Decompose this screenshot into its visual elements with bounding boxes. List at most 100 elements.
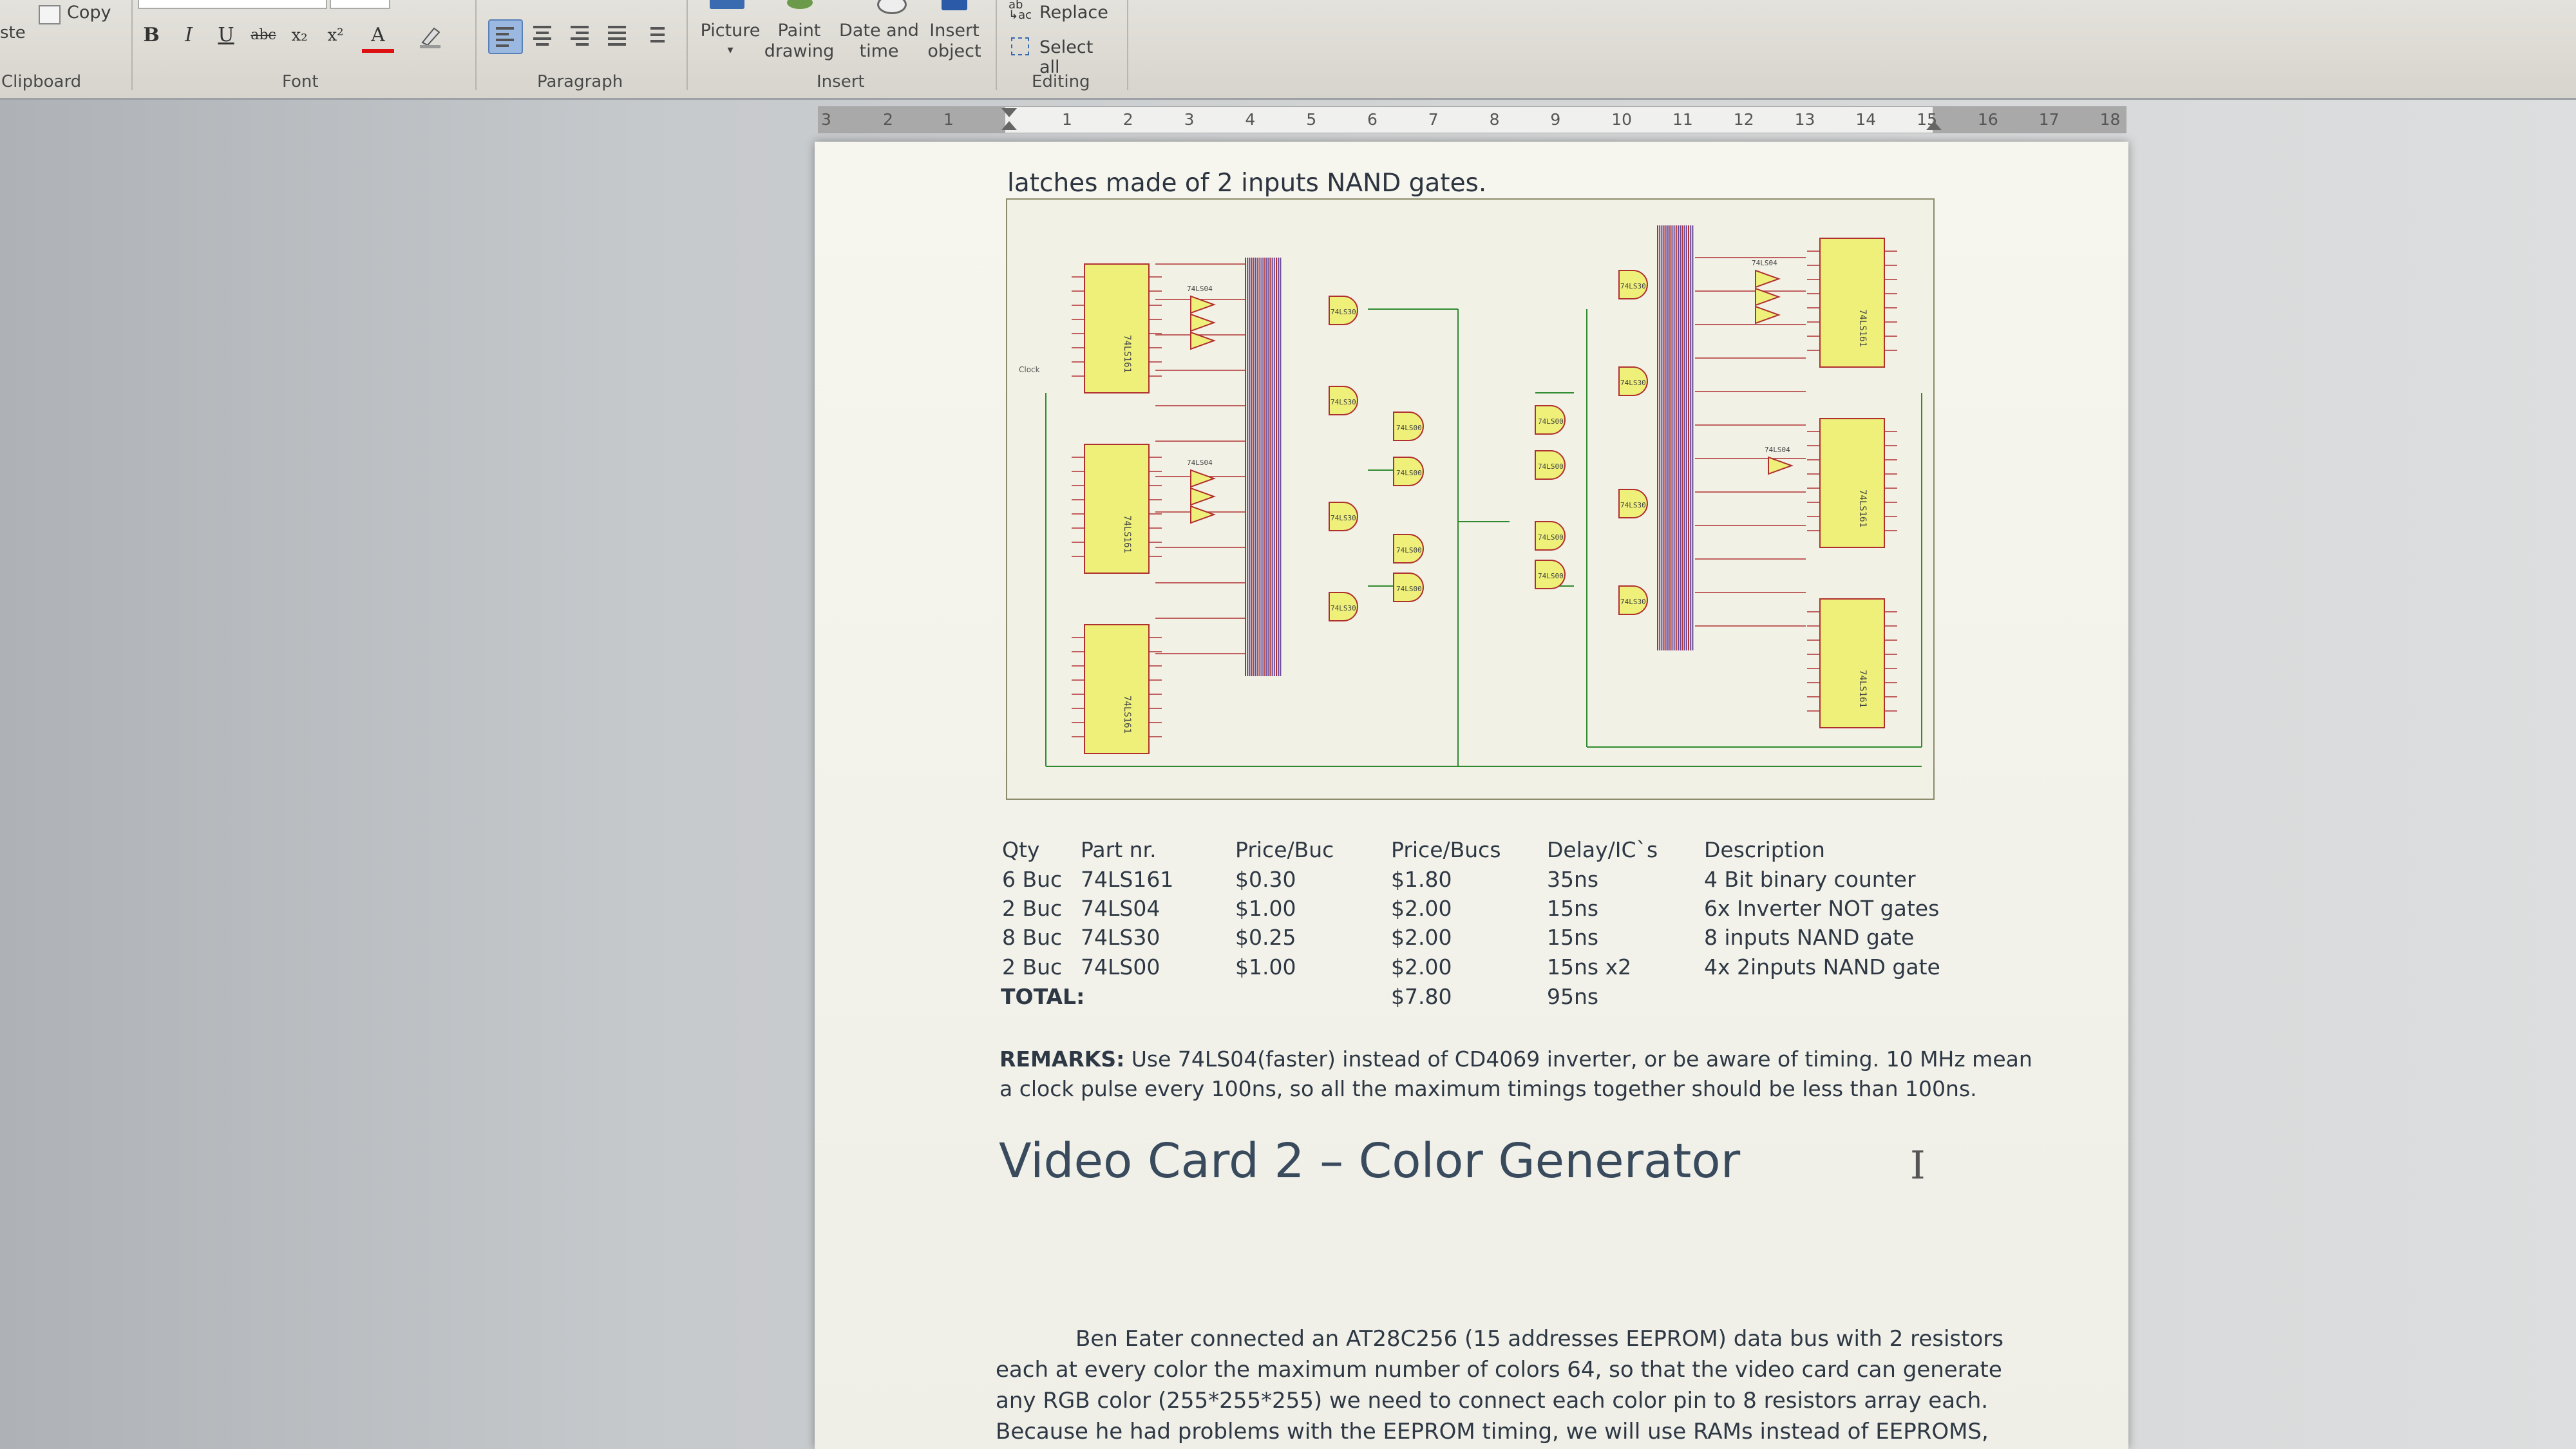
ruler-tick: 18 (2099, 110, 2121, 129)
copy-label: Copy (67, 3, 111, 23)
nand2-label: 74LS00 (1396, 424, 1422, 432)
nand8-label: 74LS30 (1331, 308, 1356, 316)
insert-object-label-2: object (927, 41, 981, 61)
paint-drawing-label-2: drawing (764, 41, 835, 61)
date-time-button[interactable]: Date and time (837, 0, 921, 64)
divider (687, 0, 688, 90)
date-time-label-2: time (859, 41, 899, 61)
inverter-gate (1190, 469, 1216, 488)
font-name-box[interactable] (138, 0, 327, 9)
table-cell: 4 Bit binary counter (1704, 867, 1916, 892)
table-cell: 6 Buc (1002, 867, 1063, 892)
inverter-gate (1768, 456, 1794, 475)
editing-group-label: Editing (1032, 72, 1090, 91)
remarks-line-1: Use 74LS04(faster) instead of CD4069 inv… (1124, 1046, 2032, 1072)
subscript-button[interactable]: x₂ (283, 18, 316, 53)
chip-label: 74LS161 (1857, 489, 1868, 527)
paragraph-group-label: Paragraph (537, 72, 623, 91)
chip-label: 74LS161 (1122, 696, 1132, 734)
indent-marker[interactable] (1001, 108, 1017, 117)
strikethrough-button[interactable]: abc (247, 18, 279, 53)
body-paragraph: Ben Eater connected an AT28C256 (15 addr… (996, 1323, 2003, 1447)
bold-button[interactable]: B (135, 18, 167, 53)
ruler-tick: 3 (1184, 110, 1195, 129)
ruler-tick: 14 (1855, 110, 1877, 129)
inverter-label: 74LS04 (1765, 446, 1790, 454)
nand8-label: 74LS30 (1331, 514, 1356, 522)
replace-button[interactable]: ab ↳ac Replace (1009, 0, 1112, 26)
nand8-label: 74LS30 (1331, 398, 1356, 406)
font-size-box[interactable] (330, 0, 390, 9)
picture-label: Picture (700, 21, 761, 41)
right-indent-marker[interactable] (1926, 121, 1942, 130)
line-spacing-button[interactable] (640, 19, 672, 52)
ruler-tick: 6 (1367, 110, 1378, 129)
copy-icon (39, 5, 61, 24)
ruler-tick: 2 (1122, 110, 1133, 129)
replace-label: Replace (1039, 3, 1108, 23)
counter-chip (1084, 263, 1150, 393)
ruler-tick: 7 (1428, 110, 1439, 129)
remarks-paragraph: REMARKS: Use 74LS04(faster) instead of C… (999, 1045, 2032, 1104)
ruler-tick: 5 (1306, 110, 1317, 129)
counter-chip (1084, 624, 1150, 754)
table-header-qty: Qty (1002, 837, 1040, 862)
nand8-label: 74LS30 (1620, 501, 1646, 509)
paint-drawing-button[interactable]: Paint drawing (764, 0, 835, 64)
ruler-right-margin (1933, 107, 2126, 133)
ruler-tick: 12 (1733, 110, 1754, 129)
table-header-price-each: Price/Buc (1235, 837, 1334, 862)
hanging-indent-marker[interactable] (1001, 121, 1017, 130)
italic-button[interactable]: I (173, 18, 205, 53)
remarks-label: REMARKS: (999, 1046, 1125, 1072)
picture-dropdown-icon: ▾ (727, 43, 734, 57)
counter-chip (1084, 444, 1150, 574)
chip-label: 74LS161 (1122, 335, 1132, 373)
table-cell: 74LS04 (1081, 896, 1160, 921)
table-total-label: TOTAL: (1001, 984, 1085, 1009)
justify-button[interactable] (601, 19, 634, 52)
table-total-price: $7.80 (1391, 984, 1452, 1009)
nand2-label: 74LS00 (1538, 533, 1564, 542)
table-cell: $1.80 (1391, 867, 1452, 892)
table-cell: $2.00 (1391, 954, 1452, 980)
table-header-price-total: Price/Bucs (1391, 837, 1501, 862)
table-total-delay: 95ns (1547, 984, 1599, 1009)
insert-object-label-1: Insert (929, 21, 980, 41)
counter-chip (1819, 598, 1885, 728)
table-header-part: Part nr. (1081, 837, 1157, 862)
table-header-delay: Delay/IC`s (1547, 837, 1658, 862)
align-center-button[interactable] (527, 19, 559, 52)
table-cell: $0.25 (1235, 925, 1296, 950)
highlight-icon[interactable] (417, 23, 443, 49)
counter-chip (1819, 238, 1885, 368)
picture-icon (710, 0, 744, 9)
insert-object-button[interactable]: Insert object (922, 0, 987, 64)
font-color-button[interactable]: A (362, 18, 394, 53)
align-left-button[interactable] (488, 19, 523, 54)
select-all-button[interactable]: Select all (1009, 35, 1118, 77)
divider (475, 0, 477, 90)
schematic-image[interactable]: 74LS161 74LS161 74LS161 74LS161 74LS161 74LS1… (1006, 198, 1935, 800)
underline-button[interactable]: U (210, 18, 242, 53)
nand8-label: 74LS30 (1620, 379, 1646, 387)
table-cell: $1.00 (1235, 954, 1296, 980)
superscript-button[interactable]: x² (319, 18, 352, 53)
inverter-label: 74LS04 (1752, 259, 1777, 267)
font-group-label: Font (282, 72, 319, 91)
ruler-tick: 3 (821, 110, 831, 129)
inverter-gate (1190, 487, 1216, 506)
ruler-tick: 10 (1611, 110, 1632, 129)
select-all-label: Select all (1039, 37, 1094, 77)
horizontal-ruler[interactable]: 3 2 1 1 2 3 4 5 6 7 8 9 10 11 12 13 14 15 16 17 18 (818, 106, 2126, 133)
chip-label: 74LS161 (1122, 515, 1132, 553)
picture-button[interactable]: Picture ▾ (696, 0, 760, 64)
ruler-tick: 9 (1550, 110, 1561, 129)
section-heading: Video Card 2 – Color Generator (999, 1133, 1741, 1189)
table-cell: 74LS161 (1081, 867, 1174, 892)
table-cell: $2.00 (1391, 925, 1452, 950)
remarks-line-2: a clock pulse every 100ns, so all the ma… (999, 1076, 1977, 1101)
paste-button-label[interactable]: ste (0, 23, 26, 43)
align-right-button[interactable] (564, 19, 596, 52)
clock-label: Clock (1019, 365, 1040, 374)
